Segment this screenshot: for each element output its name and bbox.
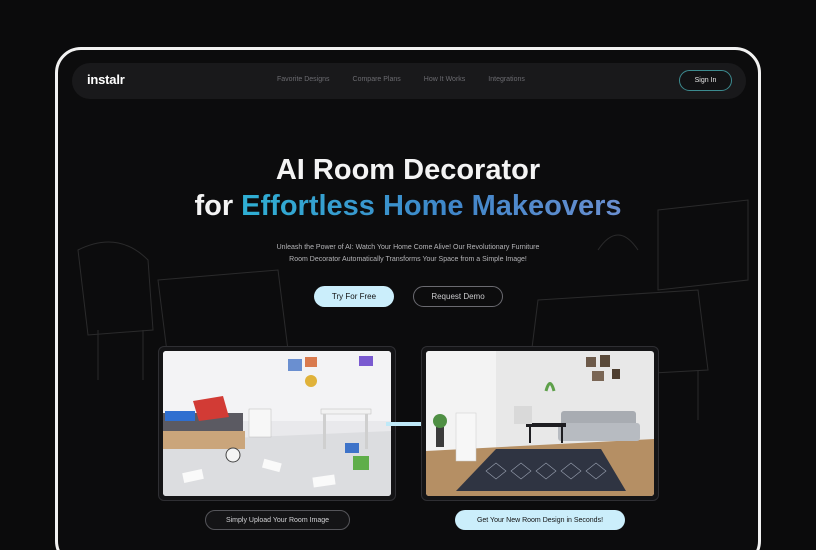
brand-logo[interactable]: instalr: [87, 72, 125, 87]
request-demo-button[interactable]: Request Demo: [413, 286, 503, 307]
after-image-card: [421, 346, 659, 501]
decorated-living-room-photo: [426, 351, 654, 496]
hero-subtitle-line2: Room Decorator Automatically Transforms …: [289, 256, 527, 263]
hero-subtitle: Unleash the Power of AI: Watch Your Home…: [248, 242, 568, 266]
upload-room-image-button[interactable]: Simply Upload Your Room Image: [205, 510, 350, 530]
top-navbar: instalr Favorite Designs Compare Plans H…: [72, 63, 746, 99]
messy-room-photo: [163, 351, 391, 496]
try-for-free-button[interactable]: Try For Free: [314, 286, 394, 307]
hero-title-prefix: for: [194, 190, 242, 222]
nav-link-favorite-designs[interactable]: Favorite Designs: [277, 76, 330, 83]
get-room-design-button[interactable]: Get Your New Room Design in Seconds!: [455, 510, 625, 530]
nav-link-compare-plans[interactable]: Compare Plans: [353, 76, 401, 83]
hero-title-highlight: Effortless Home Makeovers: [241, 190, 622, 222]
browser-frame: instalr Favorite Designs Compare Plans H…: [55, 47, 761, 550]
hero-title-line1: AI Room Decorator: [275, 154, 541, 186]
sign-in-button[interactable]: Sign In: [679, 70, 732, 91]
nav-link-integrations[interactable]: Integrations: [488, 76, 525, 83]
before-image-card: [158, 346, 396, 501]
nav-links: Favorite Designs Compare Plans How It Wo…: [277, 76, 525, 83]
hero-subtitle-line1: Unleash the Power of AI: Watch Your Home…: [276, 244, 540, 251]
hero-title-line2: for Effortless Home Makeovers: [58, 187, 758, 225]
nav-link-how-it-works[interactable]: How It Works: [424, 76, 466, 83]
